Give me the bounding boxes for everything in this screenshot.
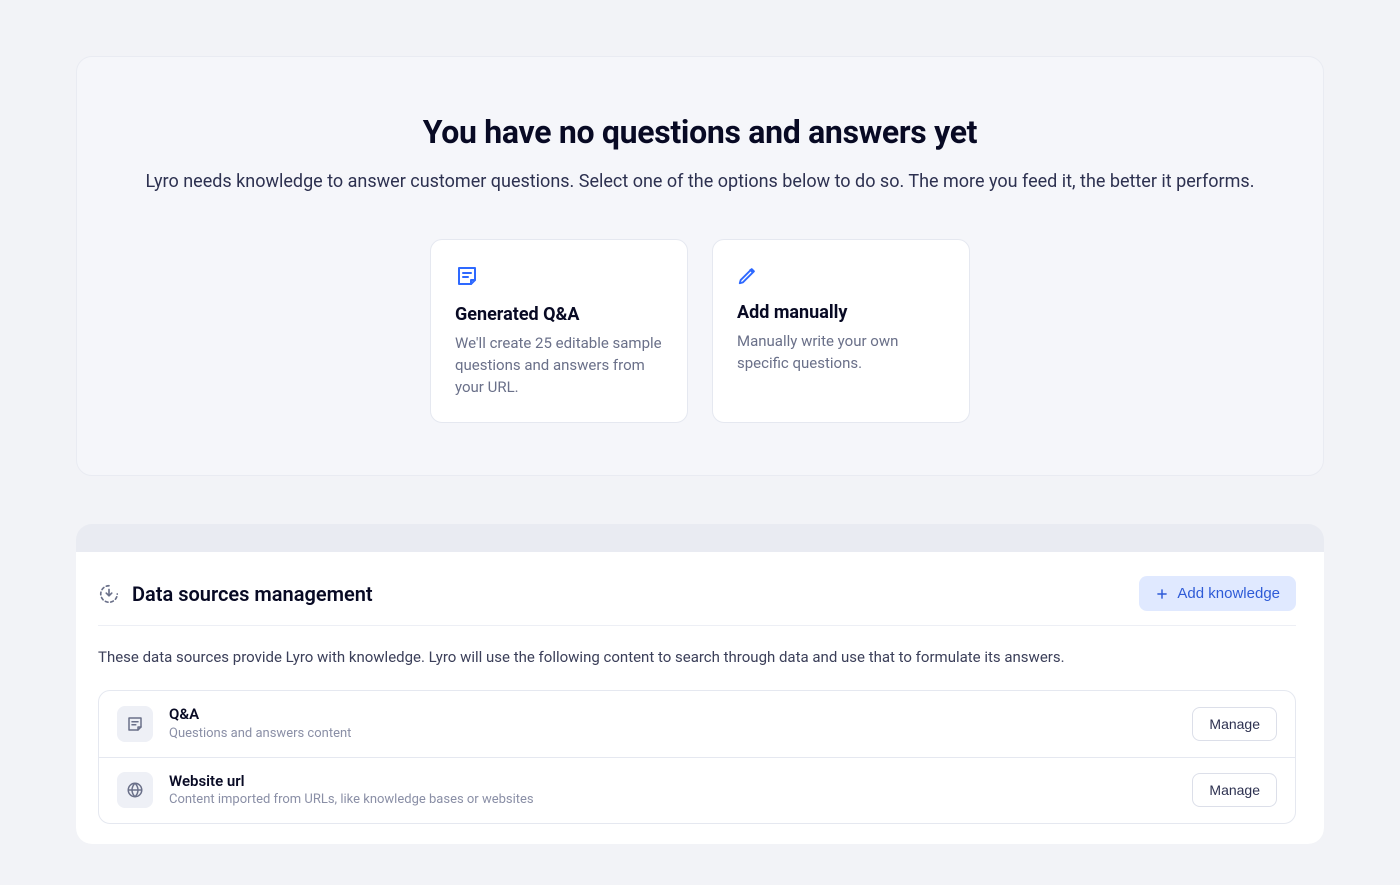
data-sources-heading: Data sources management xyxy=(132,582,373,606)
note-icon xyxy=(455,264,665,288)
option-card-desc: Manually write your own specific questio… xyxy=(737,331,947,375)
option-card-generated-qa[interactable]: Generated Q&A We'll create 25 editable s… xyxy=(430,239,688,423)
add-knowledge-label: Add knowledge xyxy=(1177,585,1280,602)
data-source-subtitle: Content imported from URLs, like knowled… xyxy=(169,792,1176,809)
import-icon xyxy=(98,583,120,605)
empty-state-subtitle: Lyro needs knowledge to answer customer … xyxy=(145,169,1255,195)
option-card-title: Generated Q&A xyxy=(455,304,665,325)
option-card-add-manually[interactable]: Add manually Manually write your own spe… xyxy=(712,239,970,423)
data-source-row-qa: Q&A Questions and answers content Manage xyxy=(99,691,1295,756)
option-card-title: Add manually xyxy=(737,302,947,323)
data-sources-description: These data sources provide Lyro with kno… xyxy=(98,626,1296,690)
data-source-row-website-url: Website url Content imported from URLs, … xyxy=(99,757,1295,823)
pencil-icon xyxy=(737,264,947,286)
add-knowledge-button[interactable]: Add knowledge xyxy=(1139,576,1296,611)
manage-button[interactable]: Manage xyxy=(1192,773,1277,807)
option-card-desc: We'll create 25 editable sample question… xyxy=(455,333,665,398)
data-sources-header: Data sources management Add knowledge xyxy=(98,572,1296,626)
note-icon xyxy=(117,706,153,742)
data-sources-panel: Data sources management Add knowledge Th… xyxy=(76,524,1324,844)
manage-button[interactable]: Manage xyxy=(1192,707,1277,741)
plus-icon xyxy=(1155,587,1169,601)
globe-icon xyxy=(117,772,153,808)
empty-state-panel: You have no questions and answers yet Ly… xyxy=(76,56,1324,476)
option-cards-row: Generated Q&A We'll create 25 editable s… xyxy=(137,239,1263,423)
empty-state-title: You have no questions and answers yet xyxy=(137,113,1263,151)
data-sources-list: Q&A Questions and answers content Manage xyxy=(98,690,1296,824)
data-source-subtitle: Questions and answers content xyxy=(169,726,1176,743)
data-source-title: Website url xyxy=(169,772,1176,792)
data-source-title: Q&A xyxy=(169,705,1176,725)
